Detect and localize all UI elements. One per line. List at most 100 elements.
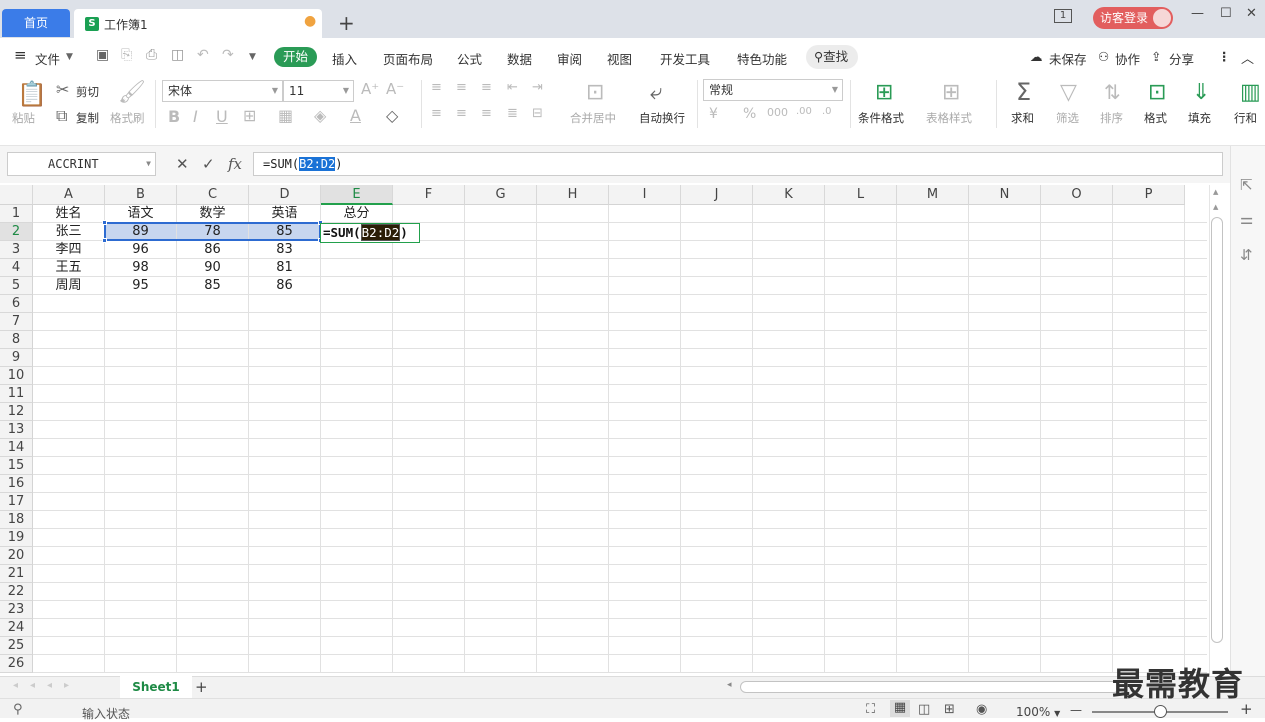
cell-b4[interactable]: 98 [105,259,176,276]
row-header-2[interactable]: 2 [0,223,33,241]
format-icon[interactable]: ⊡ [1148,80,1166,105]
sheet-tab-sheet1[interactable]: Sheet1 [120,676,192,698]
align-top-icon[interactable]: ≡ [431,80,442,95]
row-header-8[interactable]: 8 [0,331,33,349]
row-header-13[interactable]: 13 [0,421,33,439]
column-header-c[interactable]: C [177,185,249,205]
column-header-p[interactable]: P [1113,185,1185,205]
cell-editor[interactable]: =SUM(B2:D2) [320,223,420,243]
normal-view-icon[interactable]: ▦ [890,700,910,717]
cell-c3[interactable]: 86 [177,241,248,258]
tab-workbook[interactable]: S 工作簿1 ● [74,9,322,38]
scroll-left-icon[interactable]: ◂ [727,680,732,690]
scroll-up-icon[interactable]: ▲ [1213,188,1218,196]
menu-developer[interactable]: 开发工具 [660,49,710,68]
cell-d4[interactable]: 81 [249,259,320,276]
eye-protection-icon[interactable]: ◉ [976,702,987,717]
fullscreen-icon[interactable]: ⛶ [866,702,875,717]
distribute-icon[interactable]: ⊟ [532,106,543,121]
selection-handle[interactable] [102,220,107,225]
table-style-icon[interactable]: ⊞ [942,80,960,105]
thousands-icon[interactable]: 000 [767,106,788,119]
cell-b5[interactable]: 95 [105,277,176,294]
row-header-20[interactable]: 20 [0,547,33,565]
merge-center-button[interactable]: 合并居中 [570,110,616,126]
copy-button[interactable]: 复制 [76,110,99,126]
currency-icon[interactable]: ¥ [709,106,718,122]
zoom-slider-knob[interactable] [1154,705,1167,718]
menu-special-features[interactable]: 特色功能 [737,49,787,68]
cell-c4[interactable]: 90 [177,259,248,276]
cell-style-icon[interactable]: ▦ [278,106,293,125]
align-right-icon[interactable]: ≡ [481,106,492,121]
align-left-icon[interactable]: ≡ [431,106,442,121]
cut-button[interactable]: 剪切 [76,84,99,100]
collapse-ribbon-icon[interactable]: ︿ [1241,48,1254,67]
cell-d5[interactable]: 86 [249,277,320,294]
cell-a5[interactable]: 周周 [33,277,104,294]
bold-icon[interactable]: B [168,107,180,126]
row-header-6[interactable]: 6 [0,295,33,313]
row-header-21[interactable]: 21 [0,565,33,583]
eraser-icon[interactable]: ◇ [386,106,398,125]
paste-label[interactable]: 粘贴 [12,110,35,126]
cell-b3[interactable]: 96 [105,241,176,258]
redo-icon[interactable]: ↷ [222,47,234,63]
row-header-3[interactable]: 3 [0,241,33,259]
font-size-select[interactable]: 11 ▼ [283,80,354,102]
cursor-select-icon[interactable]: ⇱ [1240,176,1253,194]
login-button[interactable]: 访客登录 [1093,7,1173,29]
unsaved-status[interactable]: 未保存 [1049,49,1087,68]
macro-record-icon[interactable]: ⚲ [13,702,23,717]
print-preview-icon[interactable]: ◫ [171,47,184,63]
hamburger-menu-icon[interactable]: ≡ [14,46,27,64]
fill-color-icon[interactable]: ◈ [314,106,326,125]
column-header-f[interactable]: F [393,185,465,205]
select-all-corner[interactable] [0,185,33,205]
collaborate-button[interactable]: 协作 [1115,49,1140,68]
page-break-view-icon[interactable]: ⊞ [944,702,955,717]
vertical-scroll-thumb[interactable] [1211,217,1223,643]
menu-start[interactable]: 开始 [274,47,317,67]
row-header-14[interactable]: 14 [0,439,33,457]
quick-access-dropdown-icon[interactable]: ▼ [249,52,256,62]
formula-input[interactable]: =SUM(B2:D2) [253,152,1223,176]
row-header-19[interactable]: 19 [0,529,33,547]
add-sheet-button[interactable]: + [195,678,208,696]
menu-page-layout[interactable]: 页面布局 [383,49,433,68]
page-layout-view-icon[interactable]: ◫ [918,702,930,717]
decrease-font-icon[interactable]: A⁻ [386,80,404,98]
column-header-d[interactable]: D [249,185,321,205]
conditional-format-button[interactable]: 条件格式 [858,110,904,126]
horizontal-scroll-thumb[interactable] [740,681,1120,693]
row-header-25[interactable]: 25 [0,637,33,655]
font-name-select[interactable]: 宋体 ▼ [162,80,283,102]
row-header-22[interactable]: 22 [0,583,33,601]
row-header-11[interactable]: 11 [0,385,33,403]
cell-a4[interactable]: 王五 [33,259,104,276]
filter-button[interactable]: 筛选 [1056,110,1079,126]
column-header-l[interactable]: L [825,185,897,205]
cell-c1[interactable]: 数学 [177,205,248,222]
undo-icon[interactable]: ↶ [197,47,209,63]
row-header-16[interactable]: 16 [0,475,33,493]
column-header-i[interactable]: I [609,185,681,205]
font-color-icon[interactable]: A [350,106,361,125]
row-header-26[interactable]: 26 [0,655,33,673]
column-header-n[interactable]: N [969,185,1041,205]
cell-b1[interactable]: 语文 [105,205,176,222]
format-painter-icon[interactable]: 🖌 [118,80,146,105]
justify-icon[interactable]: ≣ [507,106,518,121]
print-icon[interactable]: ⎙ [146,47,157,63]
menu-file[interactable]: 文件 [35,49,60,68]
menu-data[interactable]: 数据 [507,49,532,68]
row-header-5[interactable]: 5 [0,277,33,295]
column-header-k[interactable]: K [753,185,825,205]
increase-font-icon[interactable]: A⁺ [361,80,379,98]
underline-icon[interactable]: U [216,107,228,126]
menu-view[interactable]: 视图 [607,49,632,68]
cell-a1[interactable]: 姓名 [33,205,104,222]
italic-icon[interactable]: I [193,107,198,126]
new-tab-button[interactable]: + [338,11,355,35]
sum-button[interactable]: 求和 [1011,110,1034,126]
